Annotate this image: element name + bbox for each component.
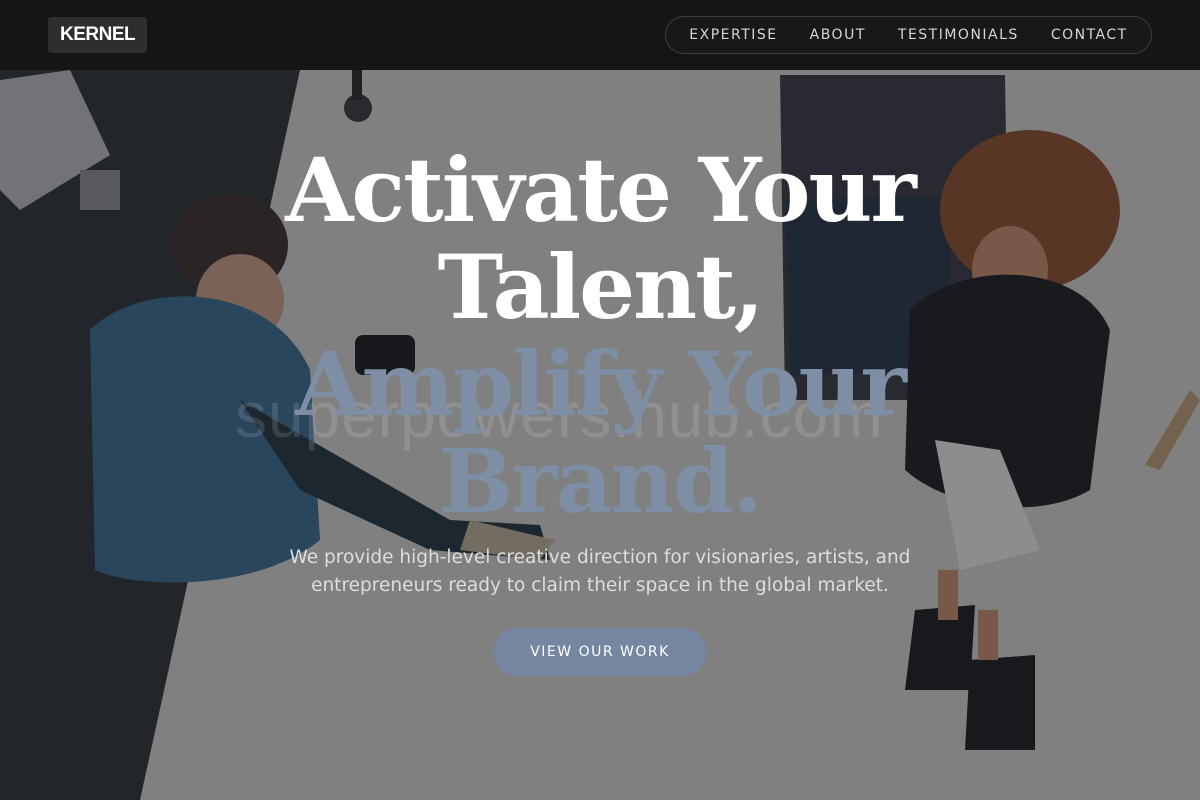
view-our-work-button[interactable]: VIEW OUR WORK xyxy=(493,628,707,676)
hero-headline: Activate Your Talent, Amplify Your Brand… xyxy=(0,142,1200,530)
hero-subtext-line-2: entrepreneurs ready to claim their space… xyxy=(311,575,889,596)
headline-line-4: Brand. xyxy=(439,429,763,533)
hero-section: superpowers.hub.com Activate Your Talent… xyxy=(0,70,1200,800)
headline-line-3: Amplify Your xyxy=(295,332,907,436)
headline-line-2: Talent, xyxy=(437,235,765,339)
hero-subtext-line-1: We provide high-level creative direction… xyxy=(289,547,911,568)
nav-link-expertise[interactable]: EXPERTISE xyxy=(689,27,777,43)
nav-link-testimonials[interactable]: TESTIMONIALS xyxy=(898,27,1019,43)
nav-link-contact[interactable]: CONTACT xyxy=(1051,27,1128,43)
headline-line-1: Activate Your xyxy=(285,138,917,242)
hero-subtext: We provide high-level creative direction… xyxy=(270,544,930,600)
logo[interactable]: KERNEL xyxy=(48,17,148,53)
nav-link-about[interactable]: ABOUT xyxy=(810,27,866,43)
site-header: KERNEL EXPERTISE ABOUT TESTIMONIALS CONT… xyxy=(0,0,1200,70)
main-nav: EXPERTISE ABOUT TESTIMONIALS CONTACT xyxy=(665,16,1152,54)
